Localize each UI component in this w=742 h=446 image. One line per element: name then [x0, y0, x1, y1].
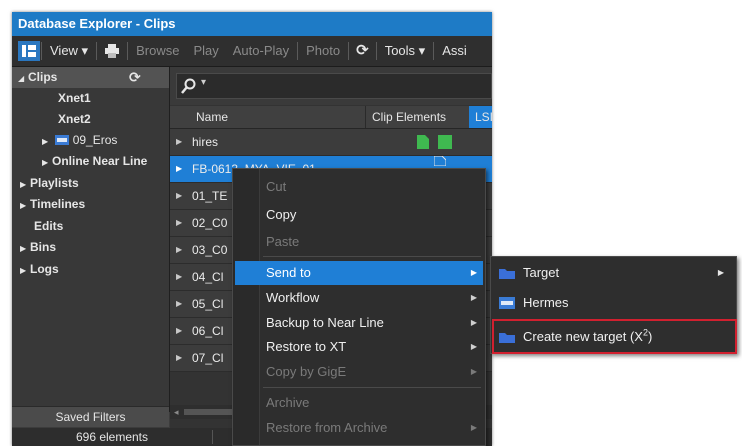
saved-filters-button[interactable]: Saved Filters — [12, 406, 169, 427]
row-expand-icon[interactable]: ▶ — [176, 264, 182, 290]
folder-icon — [499, 269, 515, 279]
expand-triangle-icon[interactable]: ▶ — [20, 238, 30, 259]
toolbar-divider — [41, 42, 42, 60]
toolbar-divider — [127, 42, 129, 60]
element-count: 696 elements — [75, 430, 149, 444]
row-name: hires — [192, 135, 219, 149]
print-button[interactable] — [98, 44, 126, 58]
toolbar-divider — [433, 42, 435, 60]
menu-item-archive[interactable]: Archive — [235, 391, 483, 415]
row-expand-icon[interactable]: ▶ — [176, 183, 182, 209]
tree-item-playlists[interactable]: ▶ Playlists — [12, 173, 169, 194]
tree-item-edits[interactable]: Edits — [12, 216, 169, 237]
menu-separator — [263, 387, 481, 388]
server-icon — [499, 297, 515, 309]
menu-item-send-to[interactable]: Send to ▶ — [235, 261, 483, 285]
submenu-item-hermes[interactable]: Hermes — [493, 290, 734, 316]
browse-button[interactable]: Browse — [129, 36, 186, 66]
row-expand-icon[interactable]: ▶ — [176, 291, 182, 317]
search-input[interactable]: ▾ — [176, 73, 492, 99]
menu-item-restore-xt[interactable]: Restore to XT ▶ — [235, 335, 483, 359]
submenu-arrow-icon: ▶ — [470, 367, 477, 376]
menu-separator — [263, 256, 481, 257]
clip-element-icon — [438, 135, 452, 149]
autoplay-button[interactable]: Auto-Play — [226, 36, 296, 66]
status-divider — [212, 430, 213, 444]
submenu-arrow-icon: ▶ — [470, 318, 477, 327]
row-expand-icon[interactable]: ▶ — [176, 318, 182, 344]
expand-triangle-icon[interactable]: ▶ — [20, 195, 30, 216]
window-title: Database Explorer - Clips — [12, 12, 492, 36]
toolbar: View ▾ Browse Play Auto-Play Photo ⟳ Too… — [12, 36, 492, 67]
submenu-arrow-icon: ▶ — [470, 268, 477, 277]
refresh-icon[interactable]: ⟳ — [350, 36, 375, 66]
tree-item-xnet2[interactable]: Xnet2 — [12, 109, 169, 130]
expand-triangle-icon[interactable]: ▶ — [20, 260, 30, 281]
layout-grid-button[interactable] — [18, 41, 40, 61]
row-expand-icon[interactable]: ▶ — [176, 210, 182, 236]
tree-item-timelines[interactable]: ▶ Timelines — [12, 194, 169, 215]
context-menu: Cut Copy Paste Send to ▶ Workflow ▶ Back… — [232, 168, 486, 446]
tree-item-bins[interactable]: ▶ Bins — [12, 237, 169, 258]
toolbar-divider — [96, 42, 98, 60]
submenu-arrow-icon: ▶ — [717, 268, 724, 277]
search-dropdown-arrow[interactable]: ▾ — [201, 77, 206, 88]
grid-icon — [22, 45, 36, 57]
tree-item-logs[interactable]: ▶ Logs — [12, 259, 169, 280]
submenu-item-target[interactable]: Target ▶ — [493, 260, 734, 286]
photo-button[interactable]: Photo — [299, 36, 347, 66]
navigation-tree: ◢ Clips ⟳ Xnet1 Xnet2 ▶ 09_Eros ▶ Online N… — [12, 67, 170, 412]
table-header: Name Clip Elements LSI — [170, 106, 492, 129]
row-expand-icon[interactable]: ▶ — [176, 237, 182, 263]
submenu-arrow-icon: ▶ — [470, 342, 477, 351]
menu-item-restore-archive[interactable]: Restore from Archive ▶ — [235, 416, 483, 440]
search-icon — [181, 78, 196, 94]
row-expand-icon[interactable]: ▶ — [176, 156, 182, 182]
table-row[interactable]: ▶ hires — [170, 129, 492, 156]
column-header-clip-elements[interactable]: Clip Elements — [365, 106, 469, 128]
tree-item-09-eros[interactable]: ▶ 09_Eros — [12, 130, 169, 151]
highlight-annotation-box — [492, 319, 737, 354]
menu-item-copy[interactable]: Copy — [235, 203, 483, 227]
scroll-left-icon[interactable]: ◂ — [174, 405, 179, 419]
column-header-name[interactable]: Name — [190, 106, 365, 128]
toolbar-divider — [297, 42, 299, 60]
toolbar-divider — [375, 42, 377, 60]
play-button[interactable]: Play — [186, 36, 225, 66]
server-icon — [55, 135, 70, 145]
expand-triangle-icon[interactable]: ▶ — [20, 174, 30, 195]
menu-item-paste[interactable]: Paste — [235, 230, 483, 254]
tree-item-online-near-line[interactable]: ▶ Online Near Line — [12, 151, 169, 172]
submenu-arrow-icon: ▶ — [470, 293, 477, 302]
view-menu-button[interactable]: View ▾ — [43, 36, 95, 66]
menu-item-workflow[interactable]: Workflow ▶ — [235, 286, 483, 310]
expand-triangle-icon[interactable]: ▶ — [42, 152, 52, 173]
collapse-triangle-icon[interactable]: ◢ — [12, 68, 28, 89]
refresh-icon[interactable]: ⟳ — [129, 67, 141, 88]
tree-item-clips[interactable]: ◢ Clips ⟳ — [12, 67, 169, 88]
expand-triangle-icon[interactable]: ▶ — [42, 131, 52, 152]
menu-item-cut[interactable]: Cut — [235, 175, 483, 199]
tree-item-xnet1[interactable]: Xnet1 — [12, 88, 169, 109]
toolbar-divider — [348, 42, 350, 60]
row-expand-icon[interactable]: ▶ — [176, 129, 182, 155]
print-icon — [105, 44, 120, 58]
column-header-lsi[interactable]: LSI — [469, 106, 492, 128]
menu-item-copy-gige[interactable]: Copy by GigE ▶ — [235, 360, 483, 384]
clip-element-icon — [434, 156, 446, 166]
tools-menu-button[interactable]: Tools ▾ — [378, 36, 433, 66]
row-expand-icon[interactable]: ▶ — [176, 345, 182, 371]
assist-button[interactable]: Assi — [435, 36, 474, 66]
clip-element-icon — [417, 135, 429, 149]
search-bar: ▾ — [170, 67, 492, 105]
menu-item-backup-near-line[interactable]: Backup to Near Line ▶ — [235, 311, 483, 335]
submenu-arrow-icon: ▶ — [470, 423, 477, 432]
